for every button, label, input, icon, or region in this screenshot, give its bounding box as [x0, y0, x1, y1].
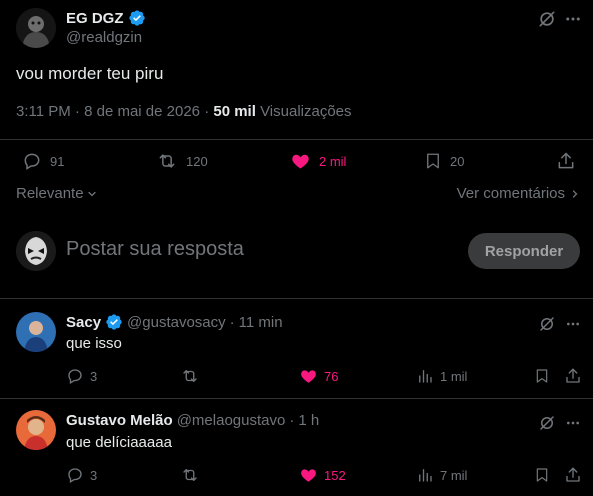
author-avatar[interactable]	[16, 8, 56, 48]
reply-text: que delíciaaaaa	[66, 434, 172, 451]
like-button[interactable]: 152	[299, 466, 346, 484]
reply-button[interactable]: 3	[66, 367, 97, 385]
tweet-date[interactable]: 8 de mai de 2026	[84, 103, 200, 120]
like-count: 2 mil	[319, 153, 347, 169]
meta-separator: ·	[289, 412, 295, 429]
repost-button[interactable]: 120	[156, 151, 208, 171]
grok-icon[interactable]	[536, 412, 558, 434]
author-name[interactable]: EG DGZ	[66, 9, 146, 27]
reply-author-name[interactable]: Sacy	[66, 314, 101, 331]
more-options-icon[interactable]	[562, 8, 584, 30]
reply-count: 3	[90, 368, 98, 384]
grok-icon[interactable]	[536, 313, 558, 335]
views-count: 1 mil	[440, 368, 468, 384]
tweet-text: vou morder teu piru	[16, 64, 164, 83]
verified-badge-icon	[105, 313, 123, 331]
current-user-avatar[interactable]	[16, 231, 56, 271]
verified-badge-icon	[128, 9, 146, 27]
reply-compose-input[interactable]: Postar sua resposta	[66, 238, 244, 261]
reply-header: Gustavo Melão @melaogustavo · 1 h	[66, 412, 319, 429]
chevron-down-icon	[86, 188, 98, 200]
reply-author-name[interactable]: Gustavo Melão	[66, 412, 173, 429]
views-button[interactable]: 7 mil	[416, 466, 467, 484]
author-name-text[interactable]: EG DGZ	[66, 10, 124, 27]
reply-count: 91	[50, 153, 65, 169]
views-count: 50 mil	[213, 103, 256, 120]
views-label: Visualizações	[260, 103, 352, 120]
author-handle[interactable]: @realdgzin	[66, 29, 142, 46]
tweet-time[interactable]: 3:11 PM	[16, 103, 71, 120]
divider	[0, 398, 593, 399]
repost-button[interactable]	[180, 466, 206, 484]
bookmark-button[interactable]: 20	[424, 151, 464, 171]
repost-count: 120	[186, 153, 208, 169]
meta-separator: ·	[204, 103, 214, 120]
reply-button[interactable]: 3	[66, 466, 97, 484]
sort-label: Relevante	[16, 185, 84, 202]
like-count: 76	[324, 368, 339, 384]
repost-button[interactable]	[180, 367, 206, 385]
reply-count: 3	[90, 467, 98, 483]
reply-text: que isso	[66, 335, 122, 352]
divider	[0, 298, 593, 299]
meta-separator: ·	[74, 103, 85, 120]
bookmark-button[interactable]	[534, 466, 550, 484]
reply-time[interactable]: 11 min	[239, 314, 283, 331]
chevron-right-icon	[569, 188, 581, 200]
reply-header: Sacy @gustavosacy · 11 min	[66, 313, 283, 331]
share-button[interactable]	[556, 151, 576, 171]
views-button[interactable]: 1 mil	[416, 367, 467, 385]
bookmark-count: 20	[450, 153, 465, 169]
meta-separator: ·	[229, 313, 235, 331]
grok-icon[interactable]	[536, 8, 558, 30]
main-actions-bar: 91 120 2 mil 20	[0, 148, 593, 176]
reply-button[interactable]: 91	[22, 151, 64, 171]
reply-avatar[interactable]	[16, 312, 56, 352]
bookmark-button[interactable]	[534, 367, 550, 385]
like-button[interactable]: 76	[299, 367, 338, 385]
view-replies-link[interactable]: Ver comentários	[457, 185, 581, 202]
sort-dropdown[interactable]: Relevante	[16, 185, 98, 202]
view-replies-label: Ver comentários	[456, 185, 565, 202]
like-button[interactable]: 2 mil	[290, 151, 346, 171]
share-button[interactable]	[564, 367, 582, 385]
like-count: 152	[324, 467, 346, 483]
views-count: 7 mil	[440, 467, 468, 483]
reply-author-handle[interactable]: @gustavosacy	[127, 314, 226, 331]
tweet-meta: 3:11 PM · 8 de mai de 2026 · 50 mil Visu…	[16, 103, 352, 120]
share-button[interactable]	[564, 466, 582, 484]
reply-time[interactable]: 1 h	[298, 412, 319, 429]
reply-author-handle[interactable]: @melaogustavo	[177, 412, 286, 429]
more-options-icon[interactable]	[562, 412, 584, 434]
reply-submit-button[interactable]: Responder	[468, 233, 580, 269]
reply-avatar[interactable]	[16, 410, 56, 450]
divider	[0, 139, 593, 140]
more-options-icon[interactable]	[562, 313, 584, 335]
